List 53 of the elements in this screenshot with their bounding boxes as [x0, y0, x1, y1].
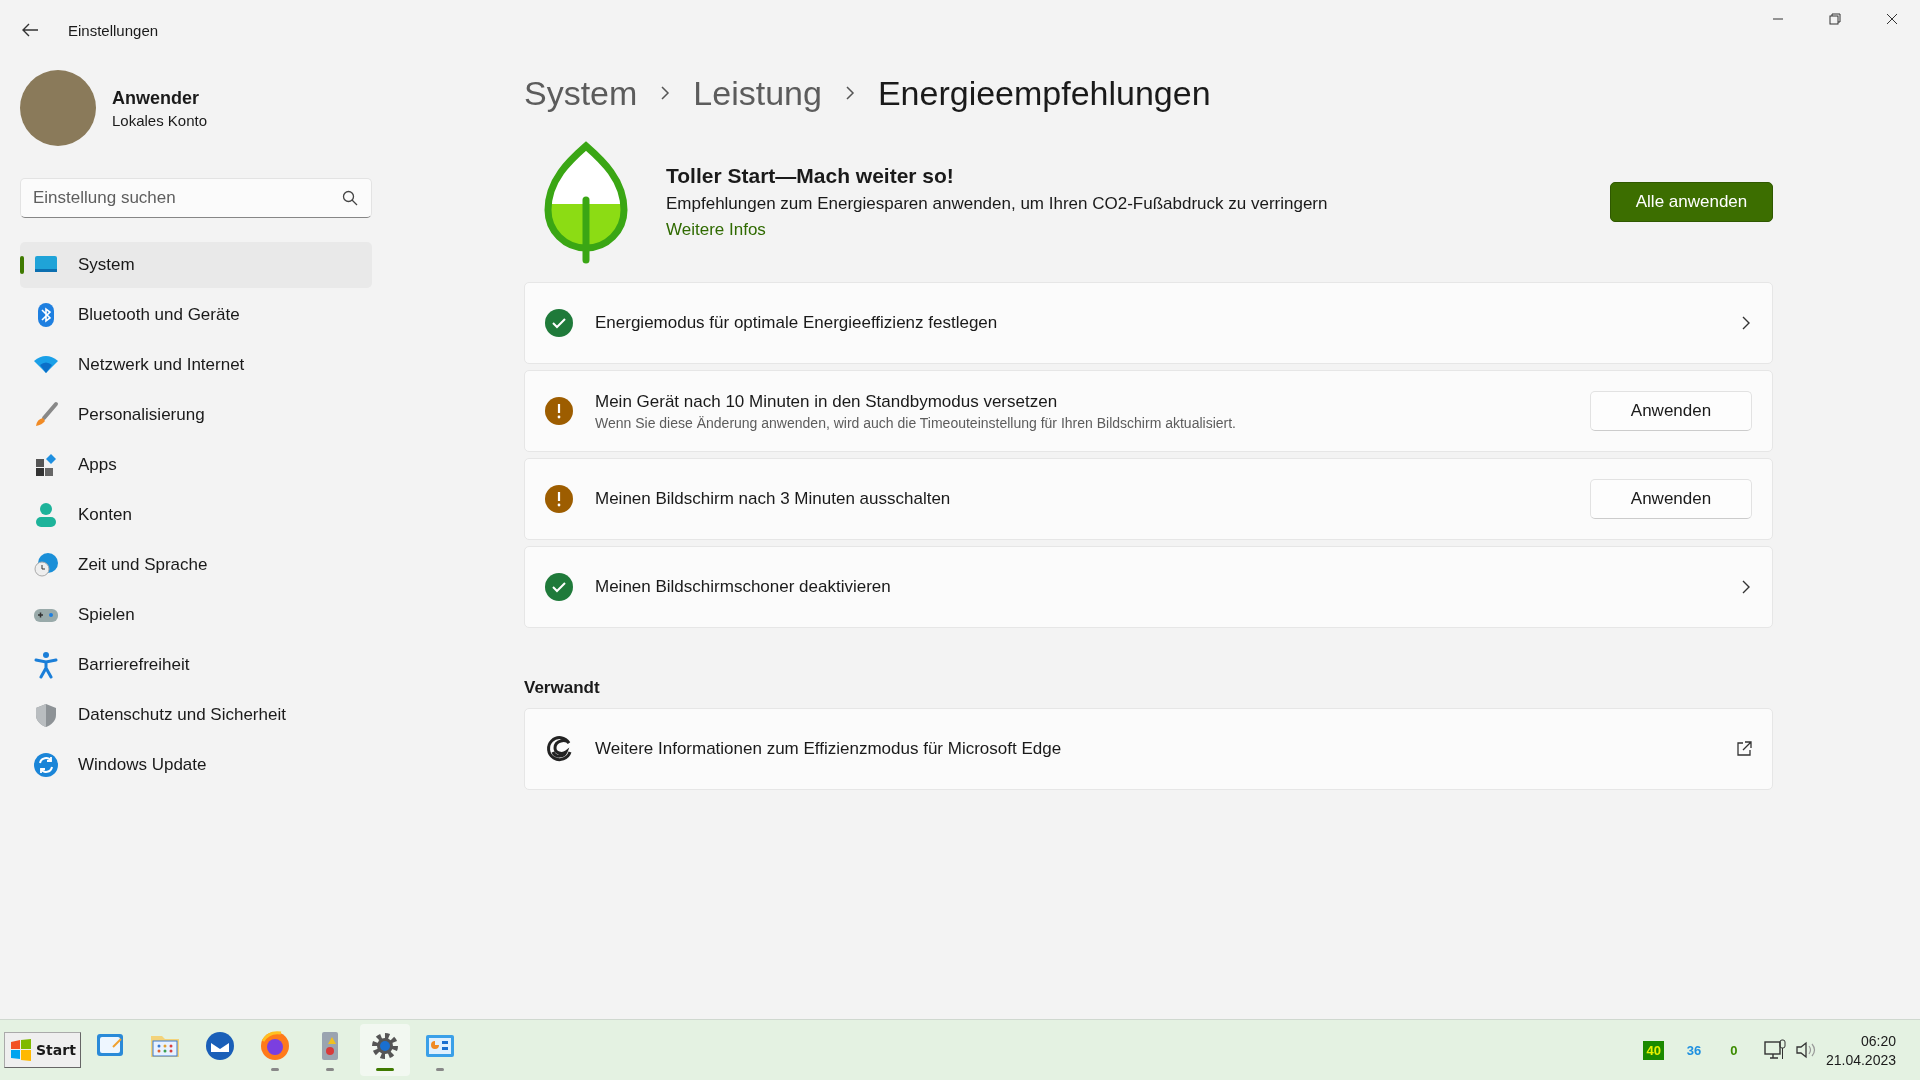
tray-counter[interactable]: 0	[1713, 1042, 1754, 1058]
search-field[interactable]: Einstellung suchen	[20, 178, 372, 218]
window-title: Einstellungen	[68, 21, 159, 39]
hero-description: Empfehlungen zum Energiesparen anwenden, um Ihren CO2-Fußabdruck zu verringern	[666, 194, 1329, 214]
section-heading: Verwandt	[524, 678, 601, 698]
chevron-icon	[1740, 579, 1752, 595]
clock[interactable]: 06:20 21.04.2023	[1825, 1032, 1896, 1068]
apply-button[interactable]: Anwenden	[1590, 391, 1752, 431]
recommendation-card[interactable]: Energiemodus für optimale Energieeffizienz festlegen	[524, 282, 1773, 364]
sidebar-item[interactable]: Spielen	[20, 592, 372, 638]
sidebar-item[interactable]: Barrierefreiheit	[20, 642, 372, 688]
close-icon[interactable]	[1885, 13, 1898, 25]
chevron-icon	[1740, 315, 1752, 331]
recommendation-title: Energiemodus für optimale Energieeffizienz festlegen	[595, 313, 999, 333]
sidebar-item[interactable]: Personalisierung	[20, 392, 372, 438]
account-type: Lokales Konto	[112, 111, 208, 129]
sidebar-item[interactable]: System	[20, 242, 372, 288]
apply-button[interactable]: Anwenden	[1590, 479, 1752, 519]
chevron-icon	[843, 85, 856, 101]
sidebar-item[interactable]: Zeit und Sprache	[20, 542, 372, 588]
recommendation-title: Mein Gerät nach 10 Minuten in den Standbymodus versetzen	[595, 391, 1059, 412]
sidebar-item[interactable]: Apps	[20, 442, 372, 488]
chevron-icon	[659, 85, 672, 101]
sidebar-item[interactable]: Bluetooth und Geräte	[20, 292, 372, 338]
sidebar-item-icon	[32, 551, 60, 579]
sidebar-item[interactable]: Netzwerk und Internet	[20, 342, 372, 388]
recommendation-card[interactable]: Meinen Bildschirmschoner deaktivieren	[524, 546, 1773, 628]
user-name: Anwender	[112, 87, 200, 109]
recommendation-description: Wenn Sie diese Änderung anwenden, wird auch die Timeouteinstellung für Ihren Bildschirm aktualisiert.	[595, 414, 1237, 431]
recommendation-title: Meinen Bildschirmschoner deaktivieren	[595, 577, 892, 597]
sidebar-item[interactable]: Datenschutz und Sicherheit	[20, 692, 372, 738]
speaker-icon[interactable]	[1793, 1039, 1816, 1061]
related-link-title: Weitere Informationen zum Effizienzmodus für Microsoft Edge	[595, 739, 1063, 759]
breadcrumb-link[interactable]: Leistung	[693, 73, 822, 113]
sidebar-item-icon	[32, 651, 60, 679]
start-button[interactable]: Start	[4, 1032, 81, 1068]
sidebar-item-icon	[32, 751, 60, 779]
sidebar-item[interactable]: Windows Update	[20, 742, 372, 788]
breadcrumb-link[interactable]: System	[524, 73, 638, 113]
network-monitor-icon[interactable]	[1763, 1039, 1786, 1061]
hero-title: Toller Start—Mach weiter so!	[666, 164, 955, 188]
apply-all-button[interactable]: Alle anwenden	[1610, 182, 1773, 222]
external-link-icon	[1736, 741, 1752, 757]
tray-counter[interactable]: 40	[1643, 1040, 1664, 1060]
page-title: Energieempfehlungen	[877, 73, 1211, 113]
sidebar-item[interactable]: Konten	[20, 492, 372, 538]
windows-logo-icon	[9, 1038, 33, 1062]
restore-icon[interactable]	[1828, 13, 1841, 25]
related-link-card[interactable]: Weitere Informationen zum Effizienzmodus für Microsoft Edge	[524, 708, 1773, 790]
more-info-link[interactable]: Weitere Infos	[666, 220, 766, 240]
search-icon	[342, 190, 358, 206]
recommendation-title: Meinen Bildschirm nach 3 Minuten ausschalten	[595, 489, 952, 509]
browser-logo-icon	[545, 735, 573, 763]
